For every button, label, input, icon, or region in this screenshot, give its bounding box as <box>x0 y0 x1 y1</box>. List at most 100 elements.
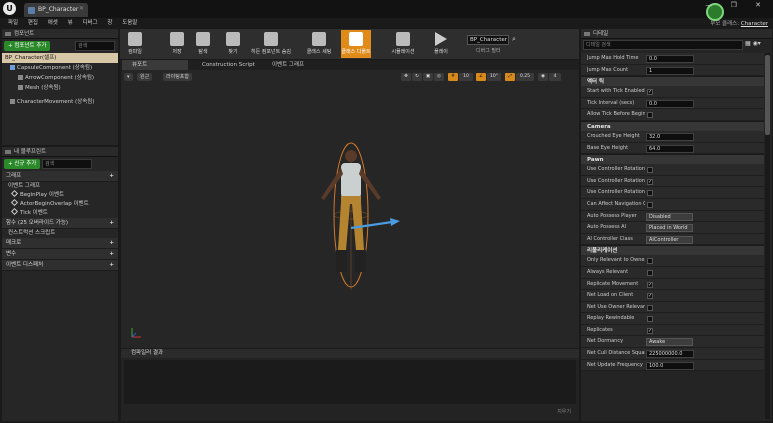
event-item[interactable]: BeginPlay 이벤트 <box>2 189 118 200</box>
add-function-icon[interactable]: + <box>109 218 114 229</box>
property-checkbox[interactable]: ✓ <box>647 178 653 185</box>
add-variable-icon[interactable]: + <box>109 249 114 260</box>
dispatchers-category[interactable]: 이벤트 디스패처 + <box>2 260 118 271</box>
browse-button[interactable]: 탐색 <box>190 30 216 58</box>
menu-window[interactable]: 창 <box>107 18 112 28</box>
event-item[interactable]: ActorBeginOverlap 이벤트 <box>2 198 118 209</box>
class-settings-button[interactable]: 클래스 세팅 <box>306 30 332 58</box>
details-section-header[interactable]: 액터 틱 <box>581 76 764 87</box>
blueprint-search-input[interactable]: 검색 <box>42 159 92 169</box>
search-icon[interactable]: ⌕ <box>512 35 516 44</box>
property-checkbox[interactable] <box>647 316 653 323</box>
camera-speed-icon[interactable]: ◉ <box>538 73 548 81</box>
parent-class-link[interactable]: Character <box>741 21 768 27</box>
variables-category[interactable]: 변수 + <box>2 249 118 260</box>
menu-asset[interactable]: 애셋 <box>48 18 58 28</box>
property-number-input[interactable]: 0.0 <box>646 55 694 63</box>
details-section-header[interactable]: 리플리케이션 <box>581 245 764 256</box>
viewport[interactable]: ▾ 원근 라이팅포함 ✥ ↻ ▣ ◎ # 10 ∠ 10° ⤢ 0.25 ◉ 4 <box>121 70 579 348</box>
property-number-input[interactable]: 0.0 <box>646 99 694 108</box>
property-dropdown[interactable]: Awake <box>646 338 693 347</box>
property-number-input[interactable]: 100.0 <box>646 361 694 370</box>
add-graph-icon[interactable]: + <box>109 171 114 182</box>
tab-bp-character[interactable]: BP_Character ✕ <box>24 3 88 17</box>
property-checkbox[interactable] <box>647 167 653 174</box>
details-section-header[interactable]: Camera <box>581 120 764 131</box>
world-space-icon[interactable]: ◎ <box>434 73 444 81</box>
graphs-category[interactable]: 그래프 + <box>2 171 118 182</box>
menu-help[interactable]: 도움말 <box>122 18 137 28</box>
viewport-menu-icon[interactable]: ▾ <box>124 73 133 81</box>
component-item[interactable]: Mesh (상속됨) <box>2 83 118 93</box>
property-dropdown[interactable]: AIController <box>646 235 693 244</box>
menu-edit[interactable]: 편집 <box>28 18 38 28</box>
add-dispatcher-icon[interactable]: + <box>109 260 114 271</box>
property-checkbox[interactable]: ✓ <box>647 89 653 96</box>
components-search-input[interactable]: 검색 <box>75 41 115 51</box>
property-checkbox[interactable] <box>647 269 653 276</box>
property-checkbox[interactable] <box>647 201 653 208</box>
debug-filter-select[interactable]: BP_Character <box>467 35 509 45</box>
compile-button[interactable]: 컴파일 <box>122 30 148 58</box>
tab-construction-script[interactable]: Construction Script <box>192 60 258 70</box>
property-checkbox[interactable]: ✓ <box>647 293 653 300</box>
property-checkbox[interactable] <box>647 304 653 311</box>
functions-category[interactable]: 함수 (25 오버라이드 가능) + <box>2 218 118 229</box>
perspective-button[interactable]: 원근 <box>137 73 153 81</box>
browse-label: 탐색 <box>198 49 208 55</box>
property-dropdown[interactable]: Disabled <box>646 212 693 221</box>
event-item[interactable]: Tick 이벤트 <box>2 207 118 218</box>
close-tab-icon[interactable]: ✕ <box>79 5 84 12</box>
property-checkbox[interactable]: ✓ <box>647 327 653 334</box>
scale-tool-icon[interactable]: ▣ <box>423 73 433 81</box>
details-scrollbar[interactable] <box>765 53 770 419</box>
property-checkbox[interactable] <box>647 190 653 197</box>
play-button[interactable]: 플레이 <box>428 30 454 58</box>
property-dropdown[interactable]: Placed in World <box>646 224 693 233</box>
property-number-input[interactable]: 1 <box>646 66 694 75</box>
property-checkbox[interactable]: ✓ <box>647 281 653 288</box>
property-number-input[interactable]: 64.0 <box>646 144 694 153</box>
menu-view[interactable]: 뷰 <box>68 18 73 28</box>
save-button[interactable]: 저장 <box>164 30 190 58</box>
rotation-snap-icon[interactable]: ∠ <box>476 73 486 81</box>
add-new-button[interactable]: + 신규 추가 <box>4 159 41 169</box>
details-view-options-icon[interactable]: ▦ ◉▾ <box>745 40 761 47</box>
add-macro-icon[interactable]: + <box>109 238 114 249</box>
grid-snap-value[interactable]: 10 <box>459 73 473 81</box>
tab-viewport[interactable]: 뷰포트 <box>122 60 188 70</box>
add-component-button[interactable]: + 컴포넌트 추가 <box>4 41 51 51</box>
details-section-header[interactable]: Pawn <box>581 154 764 165</box>
scale-snap-icon[interactable]: ⤢ <box>505 73 515 81</box>
scrollbar-thumb[interactable] <box>765 55 770 135</box>
event-graph-item[interactable]: 이벤트 그래프 <box>2 182 118 191</box>
class-defaults-button[interactable]: 클래스 디폴트 <box>341 30 371 58</box>
hide-components-button[interactable]: 히든 컴포넌트 숨김 <box>248 30 294 58</box>
clear-button[interactable]: 지우기 <box>557 408 571 415</box>
component-item[interactable]: ArrowComponent (상속됨) <box>2 73 118 83</box>
find-button[interactable]: 찾기 <box>220 30 246 58</box>
component-item[interactable]: CharacterMovement (상속됨) <box>2 97 118 107</box>
simulation-button[interactable]: 시뮬레이션 <box>388 30 418 58</box>
lit-mode-button[interactable]: 라이팅포함 <box>163 73 193 81</box>
details-search-input[interactable]: 디테일 검색 <box>583 40 743 50</box>
property-checkbox[interactable] <box>647 112 653 119</box>
construction-script-item[interactable]: 컨스트럭션 스크립트 <box>2 229 118 238</box>
tab-event-graph[interactable]: 이벤트 그래프 <box>262 60 328 70</box>
property-checkbox[interactable] <box>647 258 653 265</box>
window-controls[interactable]: — ❐ ✕ <box>705 1 769 9</box>
macros-category[interactable]: 매크로 + <box>2 238 118 249</box>
scale-snap-value[interactable]: 0.25 <box>516 73 534 81</box>
details-header: 디테일 <box>581 29 772 39</box>
menu-file[interactable]: 파일 <box>8 18 18 28</box>
rotate-tool-icon[interactable]: ↻ <box>412 73 422 81</box>
menu-debug[interactable]: 디버그 <box>82 18 97 28</box>
component-item[interactable]: CapsuleComponent (상속됨) <box>2 63 118 73</box>
component-root[interactable]: BP_Character(셀프) <box>2 53 118 63</box>
property-number-input[interactable]: 225000000.0 <box>646 350 694 359</box>
camera-speed-value[interactable]: 4 <box>549 73 561 81</box>
translate-tool-icon[interactable]: ✥ <box>401 73 411 81</box>
rotation-snap-value[interactable]: 10° <box>487 73 501 81</box>
property-number-input[interactable]: 32.0 <box>646 132 694 141</box>
grid-snap-icon[interactable]: # <box>448 73 458 81</box>
